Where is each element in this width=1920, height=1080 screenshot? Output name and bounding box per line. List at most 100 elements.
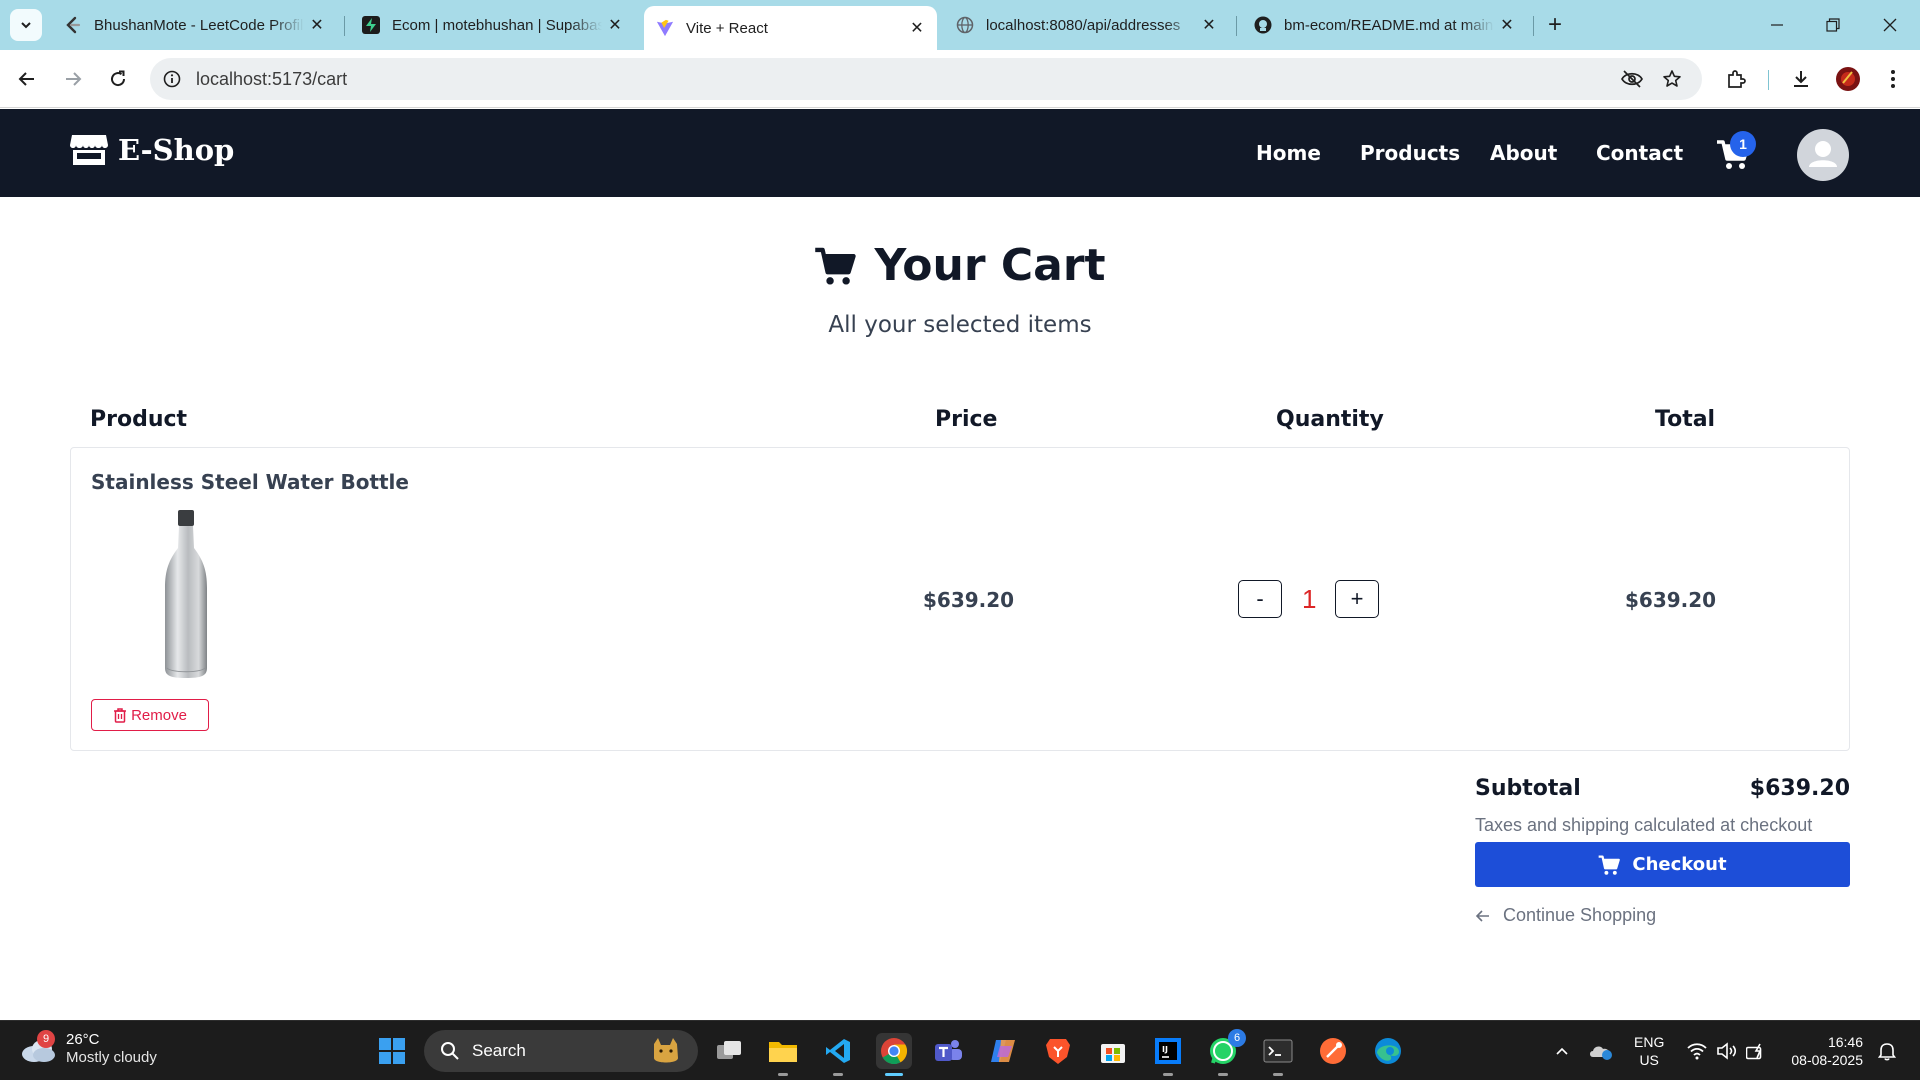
- search-placeholder: Search: [472, 1041, 526, 1060]
- downloads-button[interactable]: [1786, 64, 1816, 94]
- download-icon: [1794, 71, 1808, 87]
- minimize-button[interactable]: [1757, 10, 1797, 40]
- close-icon[interactable]: ✕: [607, 17, 623, 34]
- edge-icon: [1375, 1038, 1401, 1064]
- active-indicator: [885, 1073, 903, 1076]
- close-icon[interactable]: ✕: [909, 20, 925, 37]
- supabase-icon: [362, 16, 380, 34]
- postman-app[interactable]: [1315, 1033, 1351, 1069]
- close-window-button[interactable]: [1870, 10, 1910, 40]
- reload-button[interactable]: [103, 64, 133, 94]
- remove-button[interactable]: Remove: [91, 699, 209, 731]
- browser-toolbar: localhost:5173/cart: [0, 50, 1920, 108]
- tab-api-addresses[interactable]: localhost:8080/api/addresses ✕: [944, 8, 1229, 42]
- notifications-button[interactable]: [1874, 1039, 1900, 1063]
- checkout-button[interactable]: Checkout: [1475, 842, 1850, 887]
- subtotal-value: $639.20: [1749, 776, 1850, 801]
- close-icon[interactable]: ✕: [1499, 17, 1515, 34]
- tab-search-button[interactable]: [10, 9, 42, 41]
- battery-status[interactable]: [1744, 1039, 1770, 1063]
- new-tab-button[interactable]: +: [1542, 12, 1568, 38]
- nav-link-contact[interactable]: Contact: [1596, 141, 1683, 165]
- reload-icon: [111, 70, 126, 87]
- browser-menu-button[interactable]: [1878, 64, 1908, 94]
- tab-leetcode[interactable]: BhushanMote - LeetCode Profile ✕: [52, 8, 337, 42]
- profile-avatar[interactable]: [1833, 64, 1863, 94]
- copilot-app[interactable]: [985, 1033, 1021, 1069]
- forward-arrow-icon: [66, 72, 82, 86]
- tab-title: Vite + React: [686, 19, 768, 37]
- close-icon[interactable]: ✕: [309, 17, 325, 34]
- profile-icon: [1836, 67, 1860, 91]
- brave-app[interactable]: [1040, 1033, 1076, 1069]
- eye-off-icon[interactable]: [1620, 67, 1644, 91]
- onedrive-tray[interactable]: [1588, 1039, 1614, 1063]
- edge-app[interactable]: [1370, 1033, 1406, 1069]
- terminal-app[interactable]: [1260, 1033, 1296, 1076]
- subtotal-label: Subtotal: [1475, 776, 1581, 801]
- toolbar-divider: [1768, 70, 1769, 90]
- whatsapp-app[interactable]: 6: [1205, 1029, 1246, 1076]
- tab-vite-react[interactable]: Vite + React ✕: [644, 6, 937, 50]
- url-text: localhost:5173/cart: [196, 69, 348, 89]
- tab-github-readme[interactable]: bm-ecom/README.md at main ✕: [1242, 8, 1527, 42]
- close-icon: [1883, 18, 1897, 32]
- taskbar-search[interactable]: Search: [424, 1030, 698, 1072]
- region-code: US: [1639, 1052, 1659, 1068]
- user-icon: [1809, 141, 1837, 167]
- brand-name: E-Shop: [118, 133, 235, 167]
- file-explorer-app[interactable]: [765, 1033, 801, 1076]
- teams-app[interactable]: [930, 1033, 966, 1069]
- nav-link-home[interactable]: Home: [1256, 141, 1321, 165]
- product-name[interactable]: Stainless Steel Water Bottle: [91, 470, 409, 494]
- cart-icon: [815, 247, 857, 285]
- vscode-app[interactable]: [820, 1033, 856, 1076]
- column-header-total: Total: [1655, 407, 1716, 432]
- increment-quantity-button[interactable]: +: [1335, 580, 1379, 618]
- tab-separator: [1236, 16, 1237, 36]
- wifi-status[interactable]: [1684, 1039, 1710, 1063]
- terminal-icon: [1263, 1039, 1293, 1063]
- brand-logo[interactable]: E-Shop: [70, 133, 234, 167]
- weather-cloud-icon: 9: [20, 1030, 56, 1064]
- system-clock[interactable]: 16:46 08-08-2025: [1783, 1033, 1863, 1069]
- chevron-down-icon: [21, 22, 31, 29]
- restore-button[interactable]: [1813, 10, 1853, 40]
- speaker-icon: [1717, 1042, 1737, 1060]
- continue-shopping-link[interactable]: Continue Shopping: [1475, 905, 1656, 926]
- volume-status[interactable]: [1714, 1039, 1740, 1063]
- leetcode-icon: [64, 16, 82, 34]
- forward-button[interactable]: [58, 64, 88, 94]
- water-bottle-image: [165, 510, 207, 678]
- back-arrow-icon: [18, 72, 34, 86]
- copilot-icon: [991, 1040, 1015, 1062]
- battery-charging-icon: [1746, 1043, 1762, 1060]
- nav-link-about[interactable]: About: [1490, 141, 1557, 165]
- nav-link-products[interactable]: Products: [1360, 141, 1460, 165]
- site-info-icon[interactable]: [160, 67, 184, 91]
- folder-icon: [769, 1042, 797, 1062]
- weather-widget[interactable]: 9 26°C Mostly cloudy: [20, 1030, 157, 1067]
- address-bar[interactable]: localhost:5173/cart: [150, 58, 1702, 100]
- language-indicator[interactable]: ENG US: [1634, 1033, 1664, 1069]
- extensions-button[interactable]: [1721, 64, 1751, 94]
- decrement-quantity-button[interactable]: -: [1238, 580, 1282, 618]
- remove-label: Remove: [131, 706, 187, 724]
- start-button[interactable]: [374, 1033, 410, 1069]
- close-icon[interactable]: ✕: [1201, 17, 1217, 34]
- bookmark-star-icon[interactable]: [1660, 67, 1684, 91]
- show-hidden-icons-button[interactable]: [1552, 1039, 1572, 1063]
- site-navbar: E-Shop Home Products About Contact 1: [0, 109, 1920, 197]
- svg-text:IJ: IJ: [1162, 1045, 1168, 1054]
- intellij-app[interactable]: IJ: [1150, 1033, 1186, 1076]
- user-avatar[interactable]: [1797, 129, 1849, 181]
- task-view-button[interactable]: [711, 1033, 747, 1069]
- chrome-app[interactable]: [876, 1033, 912, 1076]
- whatsapp-badge: 6: [1228, 1029, 1246, 1047]
- restore-icon: [1826, 18, 1840, 32]
- running-indicator: [1273, 1073, 1283, 1076]
- back-button[interactable]: [12, 64, 42, 94]
- microsoft-store-app[interactable]: [1095, 1033, 1131, 1069]
- tab-supabase[interactable]: Ecom | motebhushan | Supabase ✕: [350, 8, 635, 42]
- weather-temperature: 26°C: [66, 1031, 100, 1048]
